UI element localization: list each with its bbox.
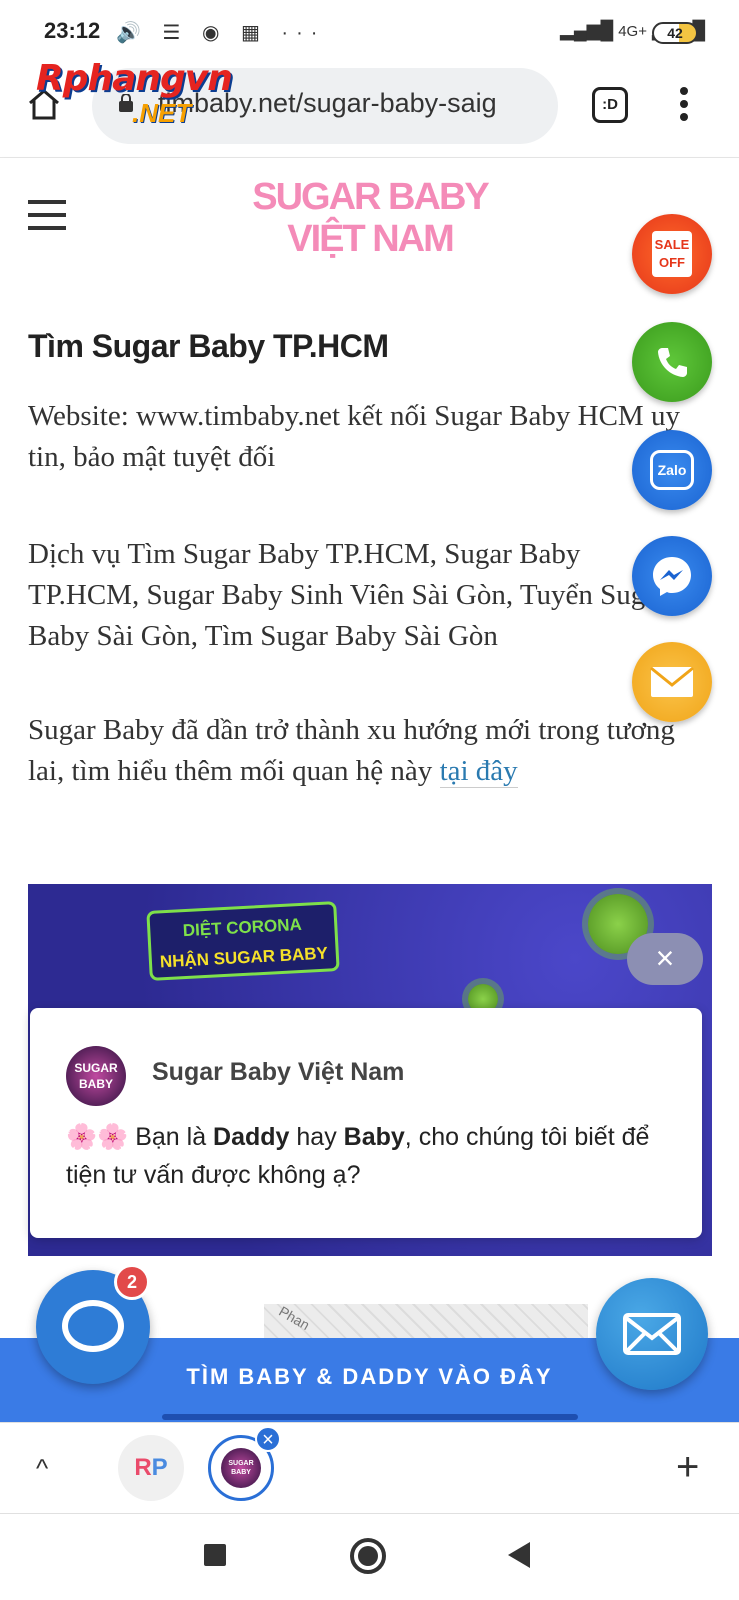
close-tab-icon[interactable]: ×	[255, 1426, 281, 1452]
site-logo[interactable]: SUGAR BABY VIỆT NAM	[250, 176, 490, 260]
home-nav-icon[interactable]	[350, 1538, 386, 1574]
notification-icons: 🔊 ☰ ◉ ▦ ···	[116, 22, 326, 44]
zalo-icon: Zalo	[650, 450, 694, 490]
messenger-icon	[653, 557, 691, 596]
trend-paragraph: Sugar Baby đã dần trở thành xu hướng mới…	[28, 710, 688, 792]
browser-tab-strip: ^ RP SUGAR BABY × +	[0, 1422, 739, 1514]
system-nav-bar	[0, 1514, 739, 1600]
messenger-button[interactable]	[632, 536, 712, 616]
rp-letter: P	[151, 1454, 168, 1481]
more-menu-icon[interactable]	[676, 84, 692, 128]
chat-bubble-icon	[62, 1300, 124, 1352]
intro-paragraph: Website: www.timbaby.net kết nối Sugar B…	[28, 400, 680, 473]
page-avatar: SUGAR BABY	[66, 1046, 126, 1106]
status-bar: 23:12 🔊 ☰ ◉ ▦ ··· ▂▄▆█ 4G+ ▂▄▆█ 42	[0, 0, 739, 62]
unread-count-badge: 2	[114, 1264, 150, 1300]
map-street-label: Phan	[276, 1302, 313, 1334]
watermark-logo-suffix: .NET	[132, 98, 192, 128]
tab-favicon: SUGAR BABY	[221, 1448, 261, 1488]
mail-contact-button[interactable]	[596, 1278, 708, 1390]
map-preview: Phan	[264, 1302, 588, 1340]
watermark-logo: Rphangvn	[36, 58, 233, 99]
zalo-button[interactable]: Zalo	[632, 430, 712, 510]
phone-call-button[interactable]	[632, 322, 712, 402]
daddy-word: Daddy	[213, 1123, 290, 1151]
cta-underline	[162, 1414, 578, 1420]
baby-word: Baby	[343, 1123, 405, 1151]
chat-launcher-button[interactable]: 2	[36, 1264, 150, 1384]
tab-current-sugarbaby[interactable]: SUGAR BABY ×	[208, 1426, 281, 1501]
browser-toolbar: timbaby.net/sugar-baby-saig Rphangvn .NE…	[0, 58, 739, 158]
flower-emoji: 🌸🌸	[66, 1123, 129, 1151]
chat-message: 🌸🌸 Bạn là Daddy hay Baby, cho chúng tôi …	[66, 1118, 676, 1194]
page-title: Tìm Sugar Baby TP.HCM	[28, 328, 389, 364]
message-part: hay	[289, 1123, 344, 1151]
learn-more-link[interactable]: tại đây	[439, 755, 518, 788]
banner-badge: DIỆT CORONA NHẬN SUGAR BABY	[146, 901, 340, 981]
status-time: 23:12	[44, 18, 101, 43]
trend-text: Sugar Baby đã dần trở thành xu hướng mới…	[28, 714, 675, 787]
services-paragraph: Dịch vụ Tìm Sugar Baby TP.HCM, Sugar Bab…	[28, 538, 668, 652]
message-part: Bạn là	[128, 1123, 214, 1151]
email-button[interactable]	[632, 642, 712, 722]
tab-switcher-button[interactable]: :D	[592, 87, 628, 123]
rp-letter: R	[134, 1454, 152, 1481]
chevron-up-icon[interactable]: ^	[36, 1453, 48, 1484]
hamburger-menu-icon[interactable]	[28, 200, 66, 230]
site-logo-line1: SUGAR BABY	[252, 176, 489, 218]
mail-icon	[650, 666, 694, 697]
new-tab-icon[interactable]: +	[676, 1445, 699, 1490]
network-label: 4G+	[618, 23, 647, 40]
page-name: Sugar Baby Việt Nam	[152, 1058, 405, 1086]
sale-off-button[interactable]: SALE OFF	[632, 214, 712, 294]
close-popup-button[interactable]: ×	[627, 933, 703, 985]
battery-icon: 42	[652, 22, 698, 44]
chat-popup[interactable]: SUGAR BABY Sugar Baby Việt Nam 🌸🌸 Bạn là…	[30, 1008, 702, 1238]
back-icon[interactable]	[508, 1542, 530, 1568]
tab-rphangvn[interactable]: RP	[118, 1435, 184, 1501]
sale-off-label: SALE OFF	[652, 231, 692, 277]
site-header: SUGAR BABY VIỆT NAM	[0, 158, 739, 278]
envelope-icon	[623, 1313, 681, 1355]
site-logo-line2: VIỆT NAM	[287, 218, 455, 260]
recents-icon[interactable]	[204, 1544, 226, 1566]
phone-icon	[658, 348, 687, 377]
